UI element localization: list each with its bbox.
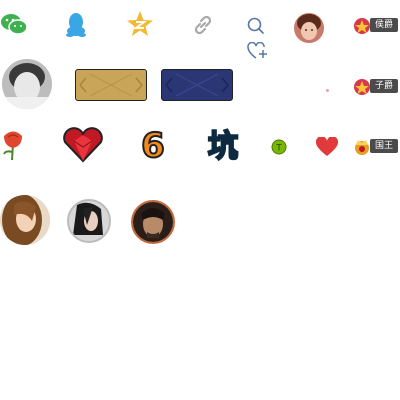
rank-label: 国王 xyxy=(370,139,398,153)
number-six-icon[interactable]: 6 xyxy=(136,125,170,163)
wechat-icon[interactable] xyxy=(0,12,28,36)
heart-plus-icon[interactable] xyxy=(247,42,269,60)
avatar[interactable] xyxy=(294,13,324,43)
avatar[interactable] xyxy=(0,195,50,245)
qzone-star-icon[interactable] xyxy=(126,10,154,38)
medal-icon xyxy=(352,16,372,40)
red-heart-icon[interactable] xyxy=(315,137,339,157)
gold-card[interactable] xyxy=(75,69,147,101)
rank-label: 侯爵 xyxy=(370,18,398,32)
rank-label: 子爵 xyxy=(370,79,398,93)
keng-text-icon[interactable]: 坑 xyxy=(203,125,243,163)
rose-icon[interactable] xyxy=(0,128,26,162)
medal-icon xyxy=(352,77,372,101)
avatar[interactable] xyxy=(2,59,52,109)
crown-medal-icon xyxy=(352,137,372,161)
green-coin-icon[interactable]: T xyxy=(271,139,287,155)
link-icon[interactable] xyxy=(192,14,214,36)
rank-badge-viscount: 子爵 xyxy=(352,77,400,97)
rank-badge-marquis: 侯爵 xyxy=(352,16,400,36)
svg-text:T: T xyxy=(275,144,282,154)
rank-badge-king: 国王 xyxy=(352,137,400,157)
qq-icon[interactable] xyxy=(64,12,88,38)
search-icon[interactable] xyxy=(247,17,265,35)
six-text: 6 xyxy=(141,126,165,163)
avatar[interactable] xyxy=(131,200,175,244)
blue-card[interactable] xyxy=(161,69,233,101)
avatar[interactable] xyxy=(67,199,111,243)
gem-heart-icon[interactable] xyxy=(62,127,104,163)
keng-text: 坑 xyxy=(208,129,238,163)
dot xyxy=(326,89,329,92)
